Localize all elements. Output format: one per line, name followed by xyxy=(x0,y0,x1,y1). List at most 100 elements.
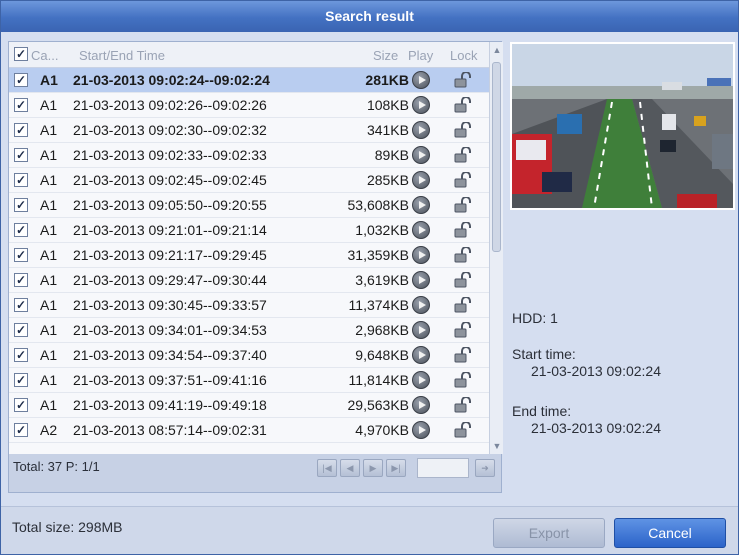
row-checkbox[interactable]: ✓ xyxy=(14,273,28,287)
lock-icon[interactable] xyxy=(454,71,472,88)
play-icon[interactable] xyxy=(412,121,430,139)
header-camera[interactable]: Ca... xyxy=(31,48,58,63)
play-icon[interactable] xyxy=(412,196,430,214)
row-checkbox[interactable]: ✓ xyxy=(14,198,28,212)
lock-icon[interactable] xyxy=(454,346,472,363)
play-icon[interactable] xyxy=(412,271,430,289)
row-checkbox[interactable]: ✓ xyxy=(14,248,28,262)
record-row[interactable]: ✓ A1 21-03-2013 09:34:54--09:37:40 9,648KB xyxy=(9,343,489,368)
record-row[interactable]: ✓ A1 21-03-2013 09:21:17--09:29:45 31,359KB xyxy=(9,243,489,268)
row-checkbox[interactable]: ✓ xyxy=(14,323,28,337)
play-icon[interactable] xyxy=(412,396,430,414)
scroll-up-icon[interactable]: ▲ xyxy=(491,44,503,56)
play-icon[interactable] xyxy=(412,421,430,439)
row-checkbox[interactable]: ✓ xyxy=(14,373,28,387)
export-button[interactable]: Export xyxy=(493,518,605,548)
page-number-input[interactable] xyxy=(417,458,469,478)
row-camera: A1 xyxy=(40,247,58,263)
next-page-icon[interactable]: ▶ xyxy=(363,459,383,477)
row-time: 21-03-2013 09:41:19--09:49:18 xyxy=(73,397,267,413)
play-icon[interactable] xyxy=(412,321,430,339)
row-checkbox[interactable]: ✓ xyxy=(14,123,28,137)
scroll-thumb[interactable] xyxy=(492,62,501,252)
play-icon[interactable] xyxy=(412,71,430,89)
row-checkbox[interactable]: ✓ xyxy=(14,73,28,87)
record-row[interactable]: ✓ A1 21-03-2013 09:37:51--09:41:16 11,814KB xyxy=(9,368,489,393)
record-row[interactable]: ✓ A1 21-03-2013 09:02:45--09:02:45 285KB xyxy=(9,168,489,193)
lock-icon[interactable] xyxy=(454,396,472,413)
row-camera: A1 xyxy=(40,172,58,188)
play-icon[interactable] xyxy=(412,146,430,164)
lock-icon[interactable] xyxy=(454,146,472,163)
cancel-button[interactable]: Cancel xyxy=(614,518,726,548)
lock-icon[interactable] xyxy=(454,121,472,138)
last-page-icon[interactable]: ▶| xyxy=(386,459,406,477)
row-camera: A1 xyxy=(40,297,58,313)
row-checkbox[interactable]: ✓ xyxy=(14,348,28,362)
record-row[interactable]: ✓ A1 21-03-2013 09:34:01--09:34:53 2,968KB xyxy=(9,318,489,343)
select-all-checkbox[interactable]: ✓ xyxy=(14,47,28,61)
lock-icon[interactable] xyxy=(454,421,472,438)
play-icon[interactable] xyxy=(412,246,430,264)
scroll-down-icon[interactable]: ▼ xyxy=(491,440,503,452)
lock-icon[interactable] xyxy=(454,271,472,288)
record-row[interactable]: ✓ A1 21-03-2013 09:02:26--09:02:26 108KB xyxy=(9,93,489,118)
row-size: 281KB xyxy=(365,72,409,88)
play-icon[interactable] xyxy=(412,171,430,189)
row-camera: A1 xyxy=(40,147,58,163)
row-checkbox[interactable]: ✓ xyxy=(14,148,28,162)
header-time[interactable]: Start/End Time xyxy=(79,48,165,63)
row-checkbox[interactable]: ✓ xyxy=(14,223,28,237)
row-camera: A1 xyxy=(40,197,58,213)
header-size[interactable]: Size xyxy=(373,48,398,63)
record-row[interactable]: ✓ A1 21-03-2013 09:02:30--09:02:32 341KB xyxy=(9,118,489,143)
row-checkbox[interactable]: ✓ xyxy=(14,173,28,187)
row-size: 11,374KB xyxy=(348,297,409,313)
lock-icon[interactable] xyxy=(454,221,472,238)
lock-icon[interactable] xyxy=(454,96,472,113)
search-result-panel: ✓ Ca... Start/End Time Size Play Lock ✓ A… xyxy=(8,41,503,493)
row-size: 108KB xyxy=(366,97,409,113)
record-list: ✓ Ca... Start/End Time Size Play Lock ✓ A… xyxy=(9,42,489,454)
play-icon[interactable] xyxy=(412,221,430,239)
dialog-footer: Total size: 298MB Export Cancel xyxy=(1,506,738,554)
row-time: 21-03-2013 09:37:51--09:41:16 xyxy=(73,372,267,388)
record-row[interactable]: ✓ A1 21-03-2013 09:41:19--09:49:18 29,563KB xyxy=(9,393,489,418)
record-row[interactable]: ✓ A1 21-03-2013 09:02:33--09:02:33 89KB xyxy=(9,143,489,168)
row-checkbox[interactable]: ✓ xyxy=(14,423,28,437)
row-time: 21-03-2013 09:02:30--09:02:32 xyxy=(73,122,267,138)
lock-icon[interactable] xyxy=(454,171,472,188)
record-row[interactable]: ✓ A1 21-03-2013 09:02:24--09:02:24 281KB xyxy=(9,68,489,93)
header-play: Play xyxy=(408,48,434,63)
go-page-icon[interactable]: ➜ xyxy=(475,459,495,477)
record-row[interactable]: ✓ A1 21-03-2013 09:30:45--09:33:57 11,374KB xyxy=(9,293,489,318)
list-scrollbar[interactable]: ▲ ▼ xyxy=(489,42,503,454)
record-row[interactable]: ✓ A1 21-03-2013 09:05:50--09:20:55 53,608KB xyxy=(9,193,489,218)
play-icon[interactable] xyxy=(412,296,430,314)
row-time: 21-03-2013 08:57:14--09:02:31 xyxy=(73,422,267,438)
lock-icon[interactable] xyxy=(454,371,472,388)
record-row[interactable]: ✓ A2 21-03-2013 08:57:14--09:02:31 4,970KB xyxy=(9,418,489,443)
end-time-label: End time: xyxy=(512,403,572,419)
play-icon[interactable] xyxy=(412,371,430,389)
row-time: 21-03-2013 09:30:45--09:33:57 xyxy=(73,297,267,313)
row-time: 21-03-2013 09:02:24--09:02:24 xyxy=(73,72,270,88)
play-icon[interactable] xyxy=(412,96,430,114)
lock-icon[interactable] xyxy=(454,246,472,263)
list-header: ✓ Ca... Start/End Time Size Play Lock xyxy=(9,42,489,68)
row-checkbox[interactable]: ✓ xyxy=(14,98,28,112)
row-checkbox[interactable]: ✓ xyxy=(14,398,28,412)
lock-icon[interactable] xyxy=(454,196,472,213)
lock-icon[interactable] xyxy=(454,296,472,313)
first-page-icon[interactable]: |◀ xyxy=(317,459,337,477)
row-checkbox[interactable]: ✓ xyxy=(14,298,28,312)
row-size: 3,619KB xyxy=(355,272,409,288)
record-row[interactable]: ✓ A1 21-03-2013 09:29:47--09:30:44 3,619KB xyxy=(9,268,489,293)
play-icon[interactable] xyxy=(412,346,430,364)
prev-page-icon[interactable]: ◀ xyxy=(340,459,360,477)
record-row[interactable]: ✓ A1 21-03-2013 09:21:01--09:21:14 1,032KB xyxy=(9,218,489,243)
row-camera: A1 xyxy=(40,397,58,413)
dialog-title: Search result xyxy=(1,1,738,32)
lock-icon[interactable] xyxy=(454,321,472,338)
row-camera: A1 xyxy=(40,97,58,113)
